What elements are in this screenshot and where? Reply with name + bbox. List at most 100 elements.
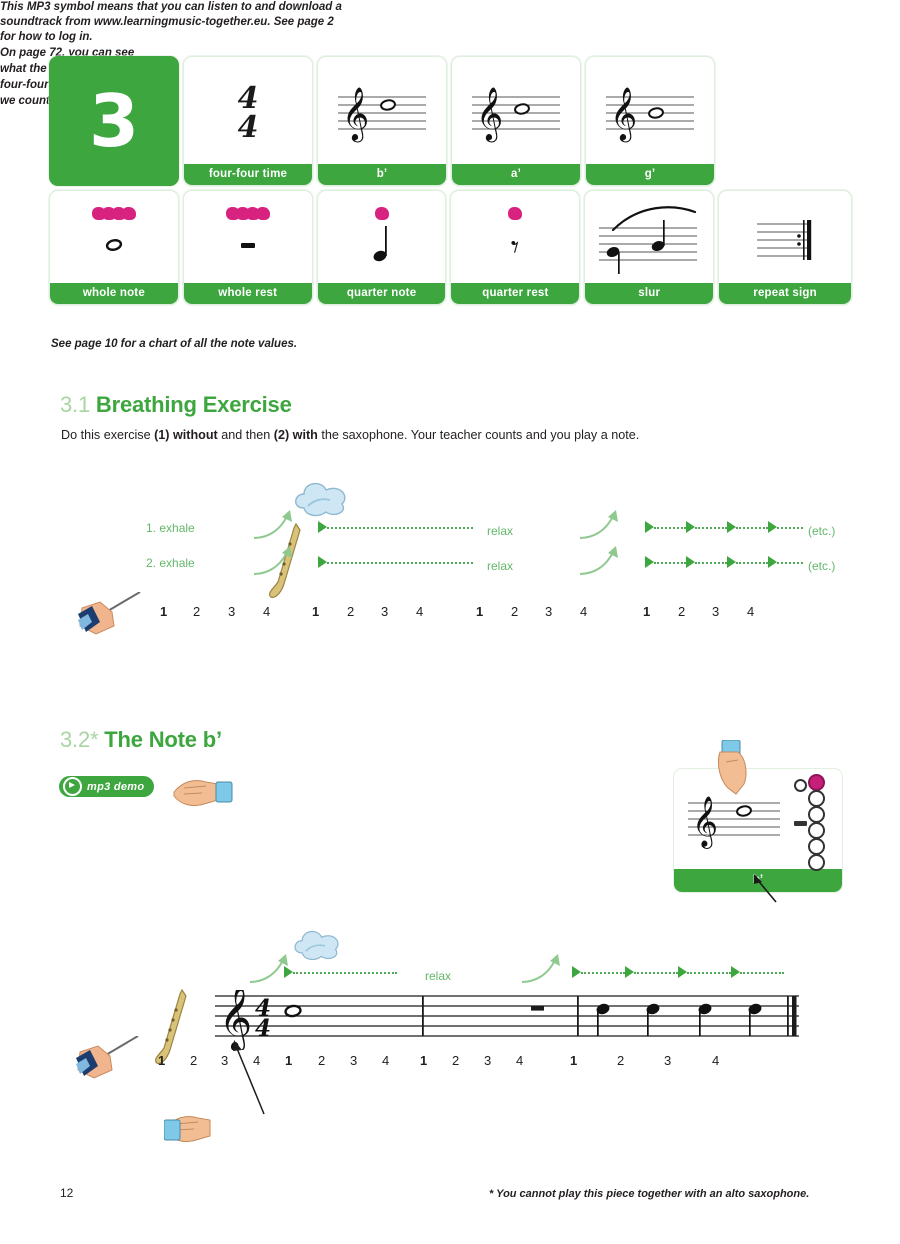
beat-number: 1 — [312, 604, 320, 619]
staff-g-svg: 𝄞 — [606, 86, 694, 142]
relax-label-row1: relax — [487, 524, 514, 538]
time-sig-4-4-svg: 4 4 — [238, 81, 259, 142]
beat-number: 4 — [712, 1053, 720, 1068]
book-page: 3 4 4 four-four time 𝄞 b’ 𝄞 a’ 𝄞 g’ whol… — [0, 0, 900, 1244]
repeat-sign-svg — [757, 220, 812, 260]
intro-part: and then — [217, 428, 274, 442]
intro-part-bold: (2) with — [273, 428, 318, 442]
beat-dash — [736, 527, 768, 529]
exhale-dash — [293, 972, 397, 974]
final-barline-thick — [792, 996, 797, 1036]
beat-number: 2 — [511, 604, 519, 619]
beat-number: 3 — [664, 1053, 672, 1068]
card-slur: slur — [584, 190, 715, 305]
card-whole-note: whole note — [49, 190, 179, 305]
pointing-hand-icon — [173, 779, 233, 807]
section-31-intro: Do this exercise (1) without and then (2… — [61, 428, 851, 442]
quarter-rest-icon: 𝄾 — [451, 191, 579, 283]
svg-text:4: 4 — [238, 110, 259, 142]
staff-b-svg: 𝄞 — [338, 86, 426, 142]
card-caption: four-four time — [184, 164, 312, 185]
beat-number: 4 — [516, 1053, 524, 1068]
card-caption: quarter rest — [451, 283, 580, 304]
fingering-caption-arrow — [754, 874, 777, 903]
beat-number: 3 — [221, 1053, 229, 1068]
beat-number: 2 — [190, 1053, 198, 1068]
whole-note-head — [284, 1004, 302, 1018]
beat-number: 2 — [193, 604, 201, 619]
etc-label-row1: (etc.) — [808, 524, 836, 538]
repeat-sign-icon — [719, 191, 851, 283]
staff-a-svg: 𝄞 — [472, 86, 560, 142]
beat-dash — [634, 972, 678, 974]
exhale-label-row2: 2. exhale — [146, 556, 195, 570]
exhale-arrow-head-row2 — [318, 556, 327, 568]
relax-label-main: relax — [425, 969, 452, 983]
beat-dash — [654, 527, 686, 529]
barline — [577, 996, 579, 1036]
card-whole-rest: whole rest — [182, 190, 313, 305]
slur-icon — [585, 191, 713, 283]
exhale-arrow-head-row1 — [318, 521, 327, 533]
inhale-arrow-icon — [253, 510, 292, 539]
exhale-dash-row2 — [327, 562, 473, 564]
beat-dash — [695, 562, 727, 564]
staff-note-g-icon: 𝄞 — [586, 57, 714, 164]
beat-dash — [777, 527, 803, 529]
intro-part: Do this exercise — [61, 428, 155, 442]
beat-dash — [581, 972, 625, 974]
mp3-demo-label: mp3 demo — [87, 780, 145, 793]
staff-note-a-icon: 𝄞 — [452, 57, 580, 164]
beat-number: 1 — [476, 604, 484, 619]
beat-dash — [740, 972, 784, 974]
mp3-demo-badge[interactable]: mp3 demo — [59, 776, 155, 797]
card-quarter-rest: 𝄾 quarter rest — [450, 190, 581, 305]
svg-text:𝄞: 𝄞 — [342, 86, 369, 142]
fingering-hole-3 — [808, 806, 825, 823]
duration-blob-group — [91, 205, 136, 223]
beat-number: 3 — [484, 1053, 492, 1068]
beat-number: 1 — [570, 1053, 578, 1068]
final-barline-thin — [787, 996, 789, 1036]
card-caption: b’ — [318, 164, 446, 185]
card-four-four-time: 4 4 four-four time — [183, 56, 313, 186]
exhale-arrow-head — [284, 966, 293, 978]
octave-key-hole — [794, 779, 807, 792]
card-caption: whole note — [50, 283, 178, 304]
beat-arrow — [727, 521, 736, 533]
pointing-hand-down-icon — [717, 740, 747, 795]
beat-number: 2 — [347, 604, 355, 619]
beat-arrow — [768, 521, 777, 533]
concept-card-grid: 3 4 4 four-four time 𝄞 b’ 𝄞 a’ 𝄞 g’ whol… — [49, 56, 852, 309]
beat-dash — [695, 527, 727, 529]
intro-part: the saxophone. Your teacher counts and y… — [317, 428, 640, 442]
conductor-hand-icon — [78, 592, 141, 635]
card-caption: g’ — [586, 164, 714, 185]
quarter-rest-svg: 𝄾 — [511, 228, 520, 266]
beat-number: 1 — [160, 604, 168, 619]
conductor-hand-icon — [76, 1036, 139, 1079]
beat-arrow — [678, 966, 687, 978]
card-caption: whole rest — [183, 283, 312, 304]
beat-number: 3 — [381, 604, 389, 619]
card-caption: repeat sign — [719, 283, 851, 304]
beat-dash — [736, 562, 768, 564]
beat-number: 3 — [228, 604, 236, 619]
time-signature-callout-arrow — [233, 1040, 265, 1115]
fingering-hole-5 — [808, 838, 825, 855]
section-31-heading: 3.1 Breathing Exercise — [60, 392, 292, 418]
beat-number: 2 — [452, 1053, 460, 1068]
card-caption: quarter note — [317, 283, 446, 304]
whole-rest-icon — [184, 191, 312, 283]
footnote: * You cannot play this piece together wi… — [489, 1188, 810, 1200]
svg-text:𝄞: 𝄞 — [610, 86, 637, 142]
beat-arrow — [645, 521, 654, 533]
chapter-number-card: 3 — [49, 56, 179, 186]
relax-label-row2: relax — [487, 559, 514, 573]
beat-number: 2 — [617, 1053, 625, 1068]
side-key-bar — [794, 821, 807, 826]
beat-arrow — [727, 556, 736, 568]
exhale-dash-row1 — [327, 527, 473, 529]
inhale-arrow-icon — [579, 510, 618, 539]
chapter-number: 3 — [88, 79, 140, 163]
